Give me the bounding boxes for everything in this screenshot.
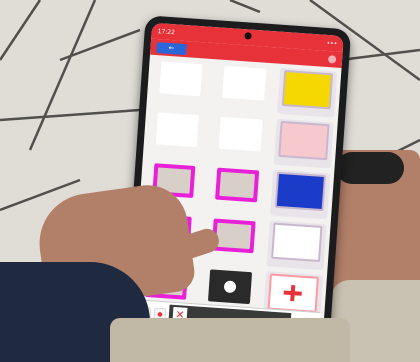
pictogram-tile[interactable] xyxy=(210,114,270,164)
person-silhouette-icon xyxy=(208,269,252,305)
back-arrow-icon: ← xyxy=(168,43,175,53)
pictogram-tile[interactable] xyxy=(214,63,274,113)
status-time: 17:22 xyxy=(157,27,176,36)
pictogram-tile[interactable] xyxy=(147,110,207,160)
people-icon xyxy=(274,171,327,212)
tile-label xyxy=(151,103,208,107)
family-icon xyxy=(277,120,330,161)
photo-scene: 17:22 ••• ← ● ● ✕ ● ● xyxy=(0,0,420,362)
house-icon xyxy=(281,69,334,110)
pictogram-tile[interactable] xyxy=(269,169,331,220)
tile-label xyxy=(270,213,327,217)
no-eating-icon xyxy=(159,61,203,97)
person-arms-up-icon xyxy=(222,65,266,101)
pictogram-tile[interactable] xyxy=(276,67,338,118)
tile-label xyxy=(266,264,323,268)
pictogram-tile[interactable] xyxy=(151,59,211,109)
tile-label xyxy=(210,158,267,162)
pictogram-tile[interactable] xyxy=(266,220,327,271)
pictogram-tile[interactable] xyxy=(273,118,334,169)
tile-label xyxy=(207,209,264,213)
tile-label xyxy=(214,107,271,111)
pictogram-tile[interactable] xyxy=(207,165,267,215)
status-icons: ••• xyxy=(326,39,338,48)
camera-notch xyxy=(243,32,252,40)
photo-icon xyxy=(218,116,263,152)
clear-icon: ● xyxy=(157,310,163,318)
tile-label xyxy=(277,112,334,116)
lap xyxy=(110,318,350,362)
tile-label xyxy=(203,260,260,264)
tile-label xyxy=(147,154,204,158)
strap xyxy=(336,152,404,184)
falling-person-icon xyxy=(155,112,200,148)
tile-label xyxy=(273,162,330,166)
photo-icon xyxy=(215,167,259,203)
back-button[interactable]: ← xyxy=(156,41,187,55)
photo-icon xyxy=(270,222,323,262)
photo-icon xyxy=(211,218,256,254)
dots-icon[interactable] xyxy=(327,55,337,64)
medical-cross-icon xyxy=(267,273,319,313)
